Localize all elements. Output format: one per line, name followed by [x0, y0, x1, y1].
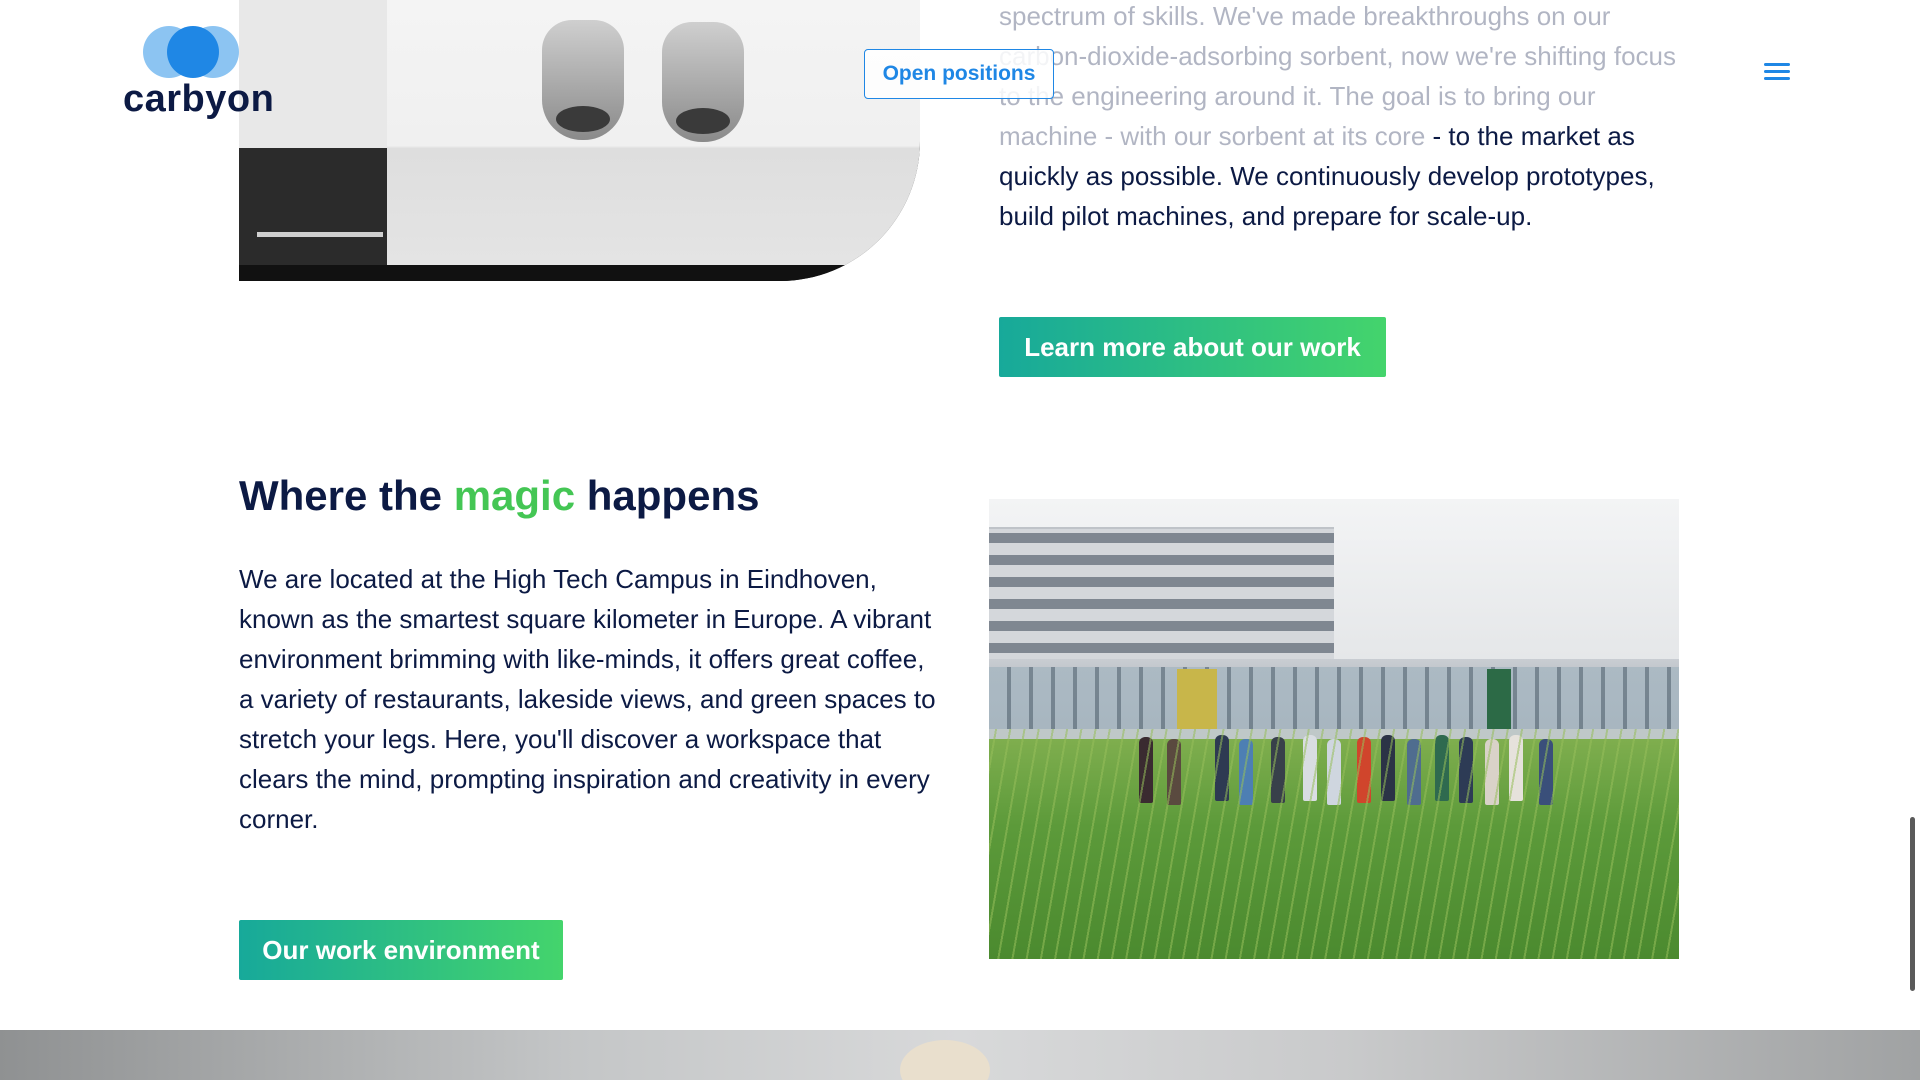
person-head: [900, 1040, 990, 1080]
cad-progress-strip: [257, 232, 383, 237]
next-section-image: [0, 1030, 1920, 1080]
title-before: Where the: [239, 472, 454, 519]
cad-status-bar: [239, 265, 920, 281]
page-scrollbar[interactable]: [1910, 817, 1915, 991]
logo-circles-icon: [143, 26, 243, 78]
careers-page: carbyon Open positions spectrum of skill…: [0, 0, 1920, 1080]
title-after: happens: [575, 472, 760, 519]
work-intro-paragraph: spectrum of skills. We've made breakthro…: [999, 0, 1689, 236]
learn-more-button[interactable]: Learn more about our work: [999, 317, 1386, 377]
campus-photo: [989, 499, 1679, 959]
magic-section-body: We are located at the High Tech Campus i…: [239, 564, 936, 834]
cad-viewport: [387, 0, 920, 265]
campus-glass-building: [989, 667, 1679, 737]
campus-reeds: [989, 729, 1679, 959]
hamburger-menu-icon[interactable]: [1764, 63, 1790, 85]
work-environment-button[interactable]: Our work environment: [239, 920, 563, 980]
title-accent: magic: [453, 472, 576, 519]
cad-part-left: [542, 20, 624, 140]
open-positions-button[interactable]: Open positions: [864, 49, 1054, 99]
cad-prototype-image: [239, 0, 920, 281]
cad-part-right: [662, 22, 744, 142]
logo-wordmark: carbyon: [123, 78, 275, 120]
magic-section-title: Where the magic happens: [239, 472, 759, 520]
carbyon-logo[interactable]: carbyon: [123, 26, 274, 121]
